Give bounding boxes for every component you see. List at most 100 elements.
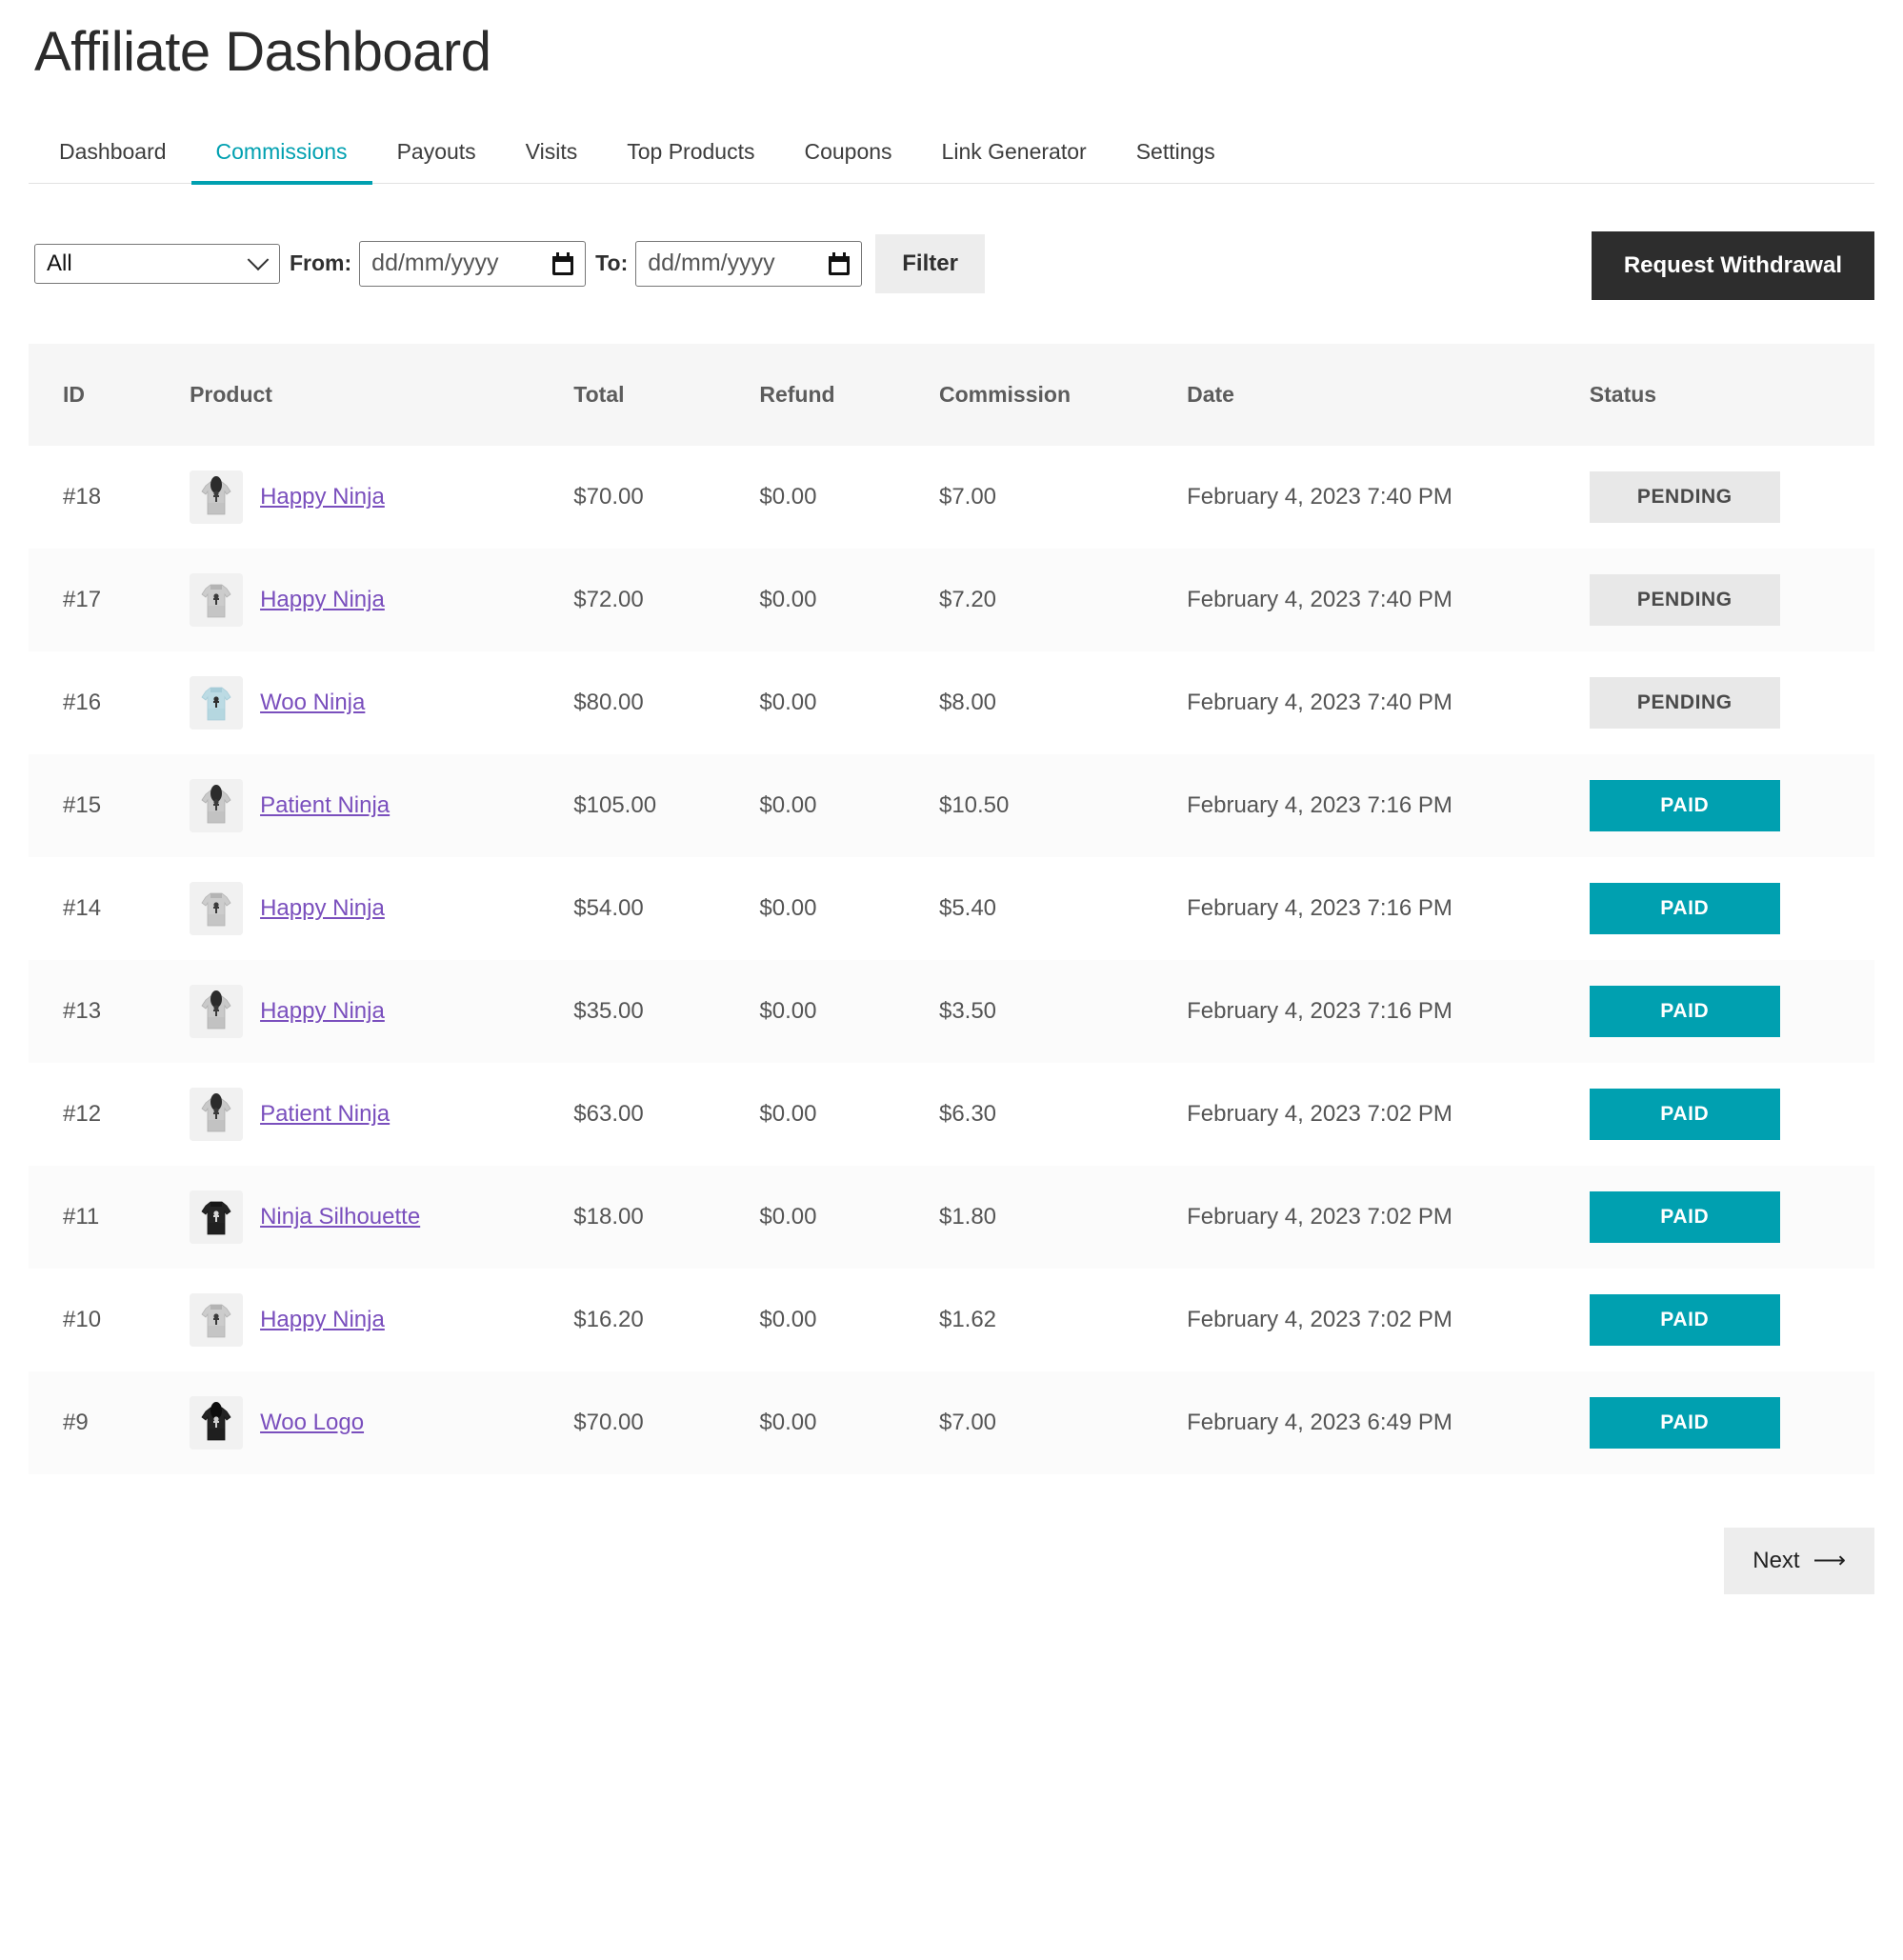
cell-id: #9 [29, 1371, 190, 1474]
cell-id: #14 [29, 857, 190, 960]
cell-refund: $0.00 [759, 1269, 939, 1371]
tab-visits[interactable]: Visits [501, 130, 603, 183]
table-row: #16 Woo Ninja$80.00$0.00$8.00February 4,… [29, 651, 1874, 754]
cell-date: February 4, 2023 7:16 PM [1187, 857, 1590, 960]
column-header-total: Total [573, 344, 759, 446]
cell-total: $35.00 [573, 960, 759, 1063]
table-row: #15 Patient Ninja$105.00$0.00$10.50Febru… [29, 754, 1874, 857]
cell-refund: $0.00 [759, 1371, 939, 1474]
status-badge: PENDING [1590, 574, 1780, 626]
to-date-input[interactable]: dd/mm/yyyy [635, 241, 862, 287]
status-badge: PAID [1590, 1397, 1780, 1449]
product-link[interactable]: Happy Ninja [260, 998, 385, 1025]
affiliate-dashboard-page: Affiliate Dashboard DashboardCommissions… [0, 0, 1903, 1960]
main-tabs: DashboardCommissionsPayoutsVisitsTop Pro… [29, 130, 1874, 184]
product-cell: Patient Ninja [190, 1088, 573, 1141]
product-link[interactable]: Woo Logo [260, 1410, 364, 1436]
product-thumbnail-icon [190, 676, 243, 730]
product-cell: Woo Logo [190, 1396, 573, 1450]
cell-refund: $0.00 [759, 651, 939, 754]
column-header-commission: Commission [939, 344, 1187, 446]
table-row: #13 Happy Ninja$35.00$0.00$3.50February … [29, 960, 1874, 1063]
product-link[interactable]: Happy Ninja [260, 895, 385, 922]
status-badge: PAID [1590, 883, 1780, 934]
product-thumbnail-icon [190, 573, 243, 627]
tab-coupons[interactable]: Coupons [779, 130, 916, 183]
cell-id: #15 [29, 754, 190, 857]
cell-commission: $3.50 [939, 960, 1187, 1063]
cell-refund: $0.00 [759, 1063, 939, 1166]
product-thumbnail-icon [190, 779, 243, 832]
cell-id: #12 [29, 1063, 190, 1166]
cell-refund: $0.00 [759, 857, 939, 960]
page-title: Affiliate Dashboard [29, 0, 1874, 85]
tab-top-products[interactable]: Top Products [602, 130, 779, 183]
next-page-button[interactable]: Next ⟶ [1724, 1528, 1874, 1594]
cell-product: Ninja Silhouette [190, 1166, 573, 1269]
status-badge: PAID [1590, 986, 1780, 1037]
cell-commission: $6.30 [939, 1063, 1187, 1166]
tab-dashboard[interactable]: Dashboard [34, 130, 191, 183]
to-label: To: [595, 250, 628, 276]
product-cell: Happy Ninja [190, 882, 573, 935]
cell-status: PAID [1590, 857, 1874, 960]
column-header-id: ID [29, 344, 190, 446]
product-thumbnail-icon [190, 1190, 243, 1244]
cell-commission: $7.20 [939, 549, 1187, 651]
cell-date: February 4, 2023 7:02 PM [1187, 1166, 1590, 1269]
table-row: #17 Happy Ninja$72.00$0.00$7.20February … [29, 549, 1874, 651]
column-header-status: Status [1590, 344, 1874, 446]
cell-commission: $1.62 [939, 1269, 1187, 1371]
cell-id: #17 [29, 549, 190, 651]
from-date-placeholder: dd/mm/yyyy [371, 250, 498, 277]
product-link[interactable]: Happy Ninja [260, 587, 385, 613]
cell-refund: $0.00 [759, 754, 939, 857]
product-thumbnail-icon [190, 985, 243, 1038]
cell-product: Happy Ninja [190, 549, 573, 651]
arrow-right-icon: ⟶ [1813, 1550, 1846, 1572]
cell-total: $80.00 [573, 651, 759, 754]
cell-date: February 4, 2023 7:16 PM [1187, 754, 1590, 857]
cell-status: PENDING [1590, 651, 1874, 754]
status-badge: PAID [1590, 780, 1780, 831]
cell-date: February 4, 2023 7:16 PM [1187, 960, 1590, 1063]
cell-status: PAID [1590, 1269, 1874, 1371]
product-link[interactable]: Happy Ninja [260, 1307, 385, 1333]
cell-total: $18.00 [573, 1166, 759, 1269]
status-filter-select[interactable]: All [34, 244, 280, 284]
next-page-label: Next [1753, 1548, 1799, 1574]
product-link[interactable]: Patient Ninja [260, 1101, 390, 1128]
cell-status: PENDING [1590, 446, 1874, 549]
cell-date: February 4, 2023 7:02 PM [1187, 1269, 1590, 1371]
cell-status: PAID [1590, 754, 1874, 857]
table-row: #18 Happy Ninja$70.00$0.00$7.00February … [29, 446, 1874, 549]
tab-payouts[interactable]: Payouts [372, 130, 501, 183]
cell-status: PAID [1590, 1166, 1874, 1269]
status-badge: PAID [1590, 1294, 1780, 1346]
request-withdrawal-button[interactable]: Request Withdrawal [1592, 231, 1874, 300]
tab-commissions[interactable]: Commissions [191, 130, 372, 183]
cell-id: #16 [29, 651, 190, 754]
product-link[interactable]: Happy Ninja [260, 484, 385, 510]
cell-refund: $0.00 [759, 446, 939, 549]
table-row: #9 Woo Logo$70.00$0.00$7.00February 4, 2… [29, 1371, 1874, 1474]
tab-link-generator[interactable]: Link Generator [917, 130, 1112, 183]
cell-total: $16.20 [573, 1269, 759, 1371]
column-header-date: Date [1187, 344, 1590, 446]
product-link[interactable]: Patient Ninja [260, 792, 390, 819]
calendar-icon[interactable] [552, 252, 573, 275]
filter-bar: All From: dd/mm/yyyy To: dd/mm/yyyy Filt… [29, 230, 1874, 298]
filter-button[interactable]: Filter [875, 234, 985, 293]
product-link[interactable]: Woo Ninja [260, 690, 365, 716]
product-link[interactable]: Ninja Silhouette [260, 1204, 420, 1230]
table-row: #14 Happy Ninja$54.00$0.00$5.40February … [29, 857, 1874, 960]
cell-status: PAID [1590, 1063, 1874, 1166]
calendar-icon[interactable] [829, 252, 850, 275]
table-header: IDProductTotalRefundCommissionDateStatus [29, 344, 1874, 446]
status-badge: PENDING [1590, 471, 1780, 523]
cell-product: Happy Ninja [190, 857, 573, 960]
from-date-input[interactable]: dd/mm/yyyy [359, 241, 586, 287]
tab-settings[interactable]: Settings [1112, 130, 1240, 183]
cell-total: $105.00 [573, 754, 759, 857]
cell-commission: $8.00 [939, 651, 1187, 754]
